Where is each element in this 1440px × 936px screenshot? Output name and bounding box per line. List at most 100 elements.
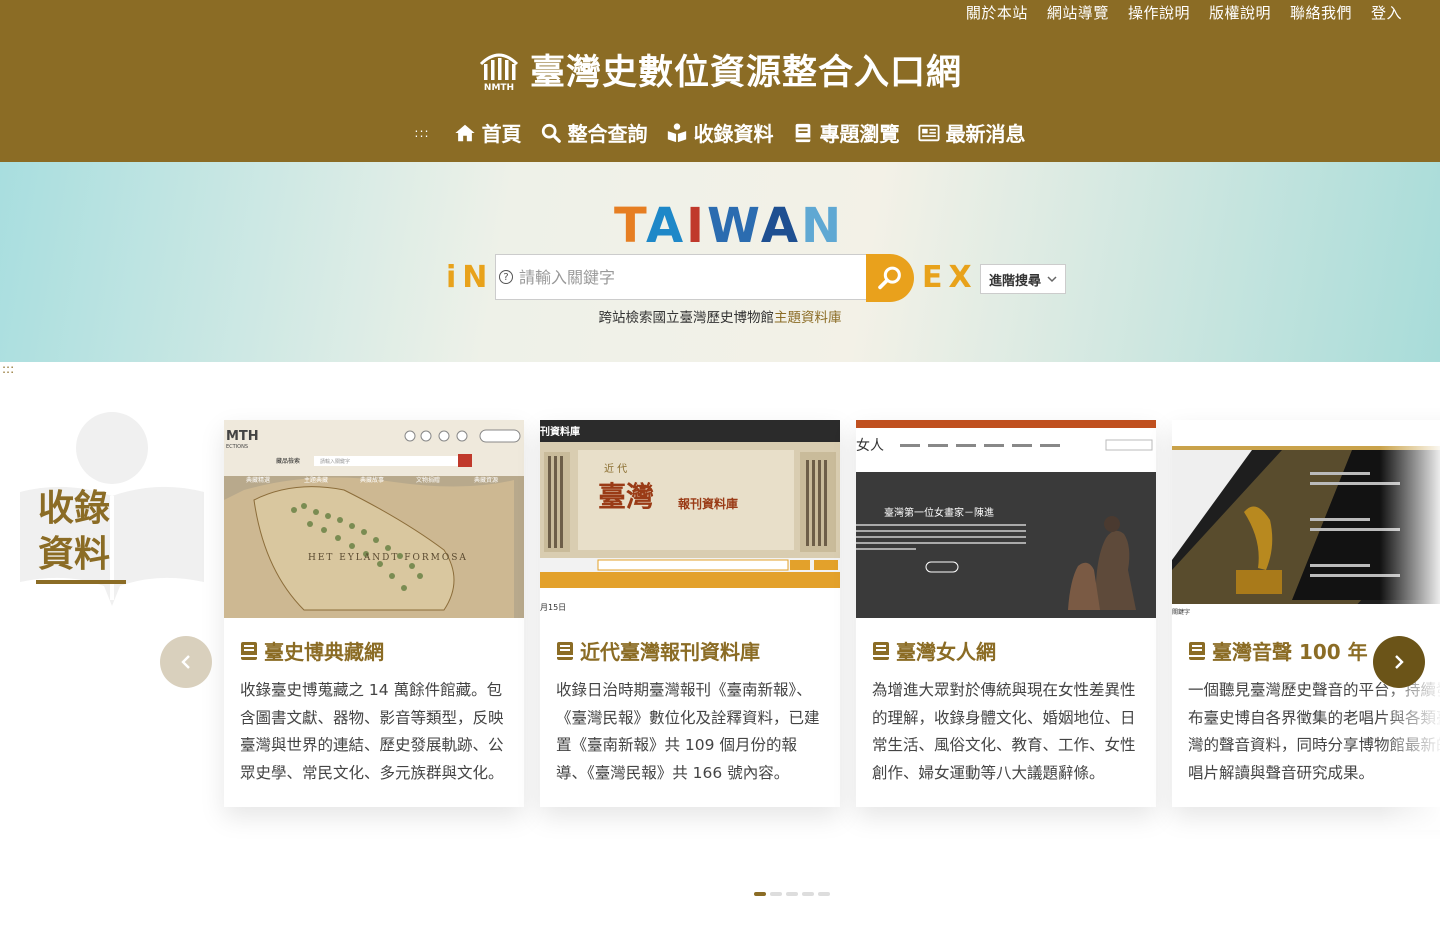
card-title-text: 臺史博典藏網 bbox=[264, 640, 384, 664]
site-title: 臺灣史數位資源整合入口網 bbox=[529, 53, 962, 93]
preview-tab: 文物捐贈 bbox=[416, 476, 440, 484]
section-title: 收錄 資料 bbox=[38, 486, 110, 578]
top-link-copyright[interactable]: 版權說明 bbox=[1209, 2, 1271, 23]
search-caption: 跨站檢索國立臺灣歷史博物館主題資料庫 bbox=[0, 306, 1440, 326]
preview-tab: 主題典藏 bbox=[304, 476, 328, 484]
section-title-line: 資料 bbox=[38, 534, 111, 575]
preview-feature-title: 臺灣第一位女畫家－陳進 bbox=[884, 506, 994, 519]
wordmark-letter: N bbox=[800, 198, 845, 254]
database-card[interactable]: 女人 臺灣第一位女畫家－陳進 臺灣女人網 為增進大眾對於傳統與現在女性差異性的理… bbox=[856, 420, 1156, 807]
site-header: 關於本站 網站導覽 操作說明 版權說明 聯絡我們 登入 NMTH 臺灣史數位資源… bbox=[0, 0, 1440, 162]
wordmark-letter: I bbox=[686, 198, 708, 254]
book-icon bbox=[1189, 641, 1205, 660]
preview-top-title: 刊資料庫 bbox=[540, 425, 580, 438]
nav-item-topics[interactable]: 專題瀏覽 bbox=[792, 118, 900, 147]
home-icon bbox=[454, 124, 475, 141]
preview-map-label: HET EYLANDT FORMOSA bbox=[308, 553, 468, 563]
search-input[interactable] bbox=[517, 266, 861, 288]
book-icon bbox=[873, 641, 889, 660]
search-caption-text: 跨站檢索國立臺灣歷史博物館 bbox=[598, 310, 775, 326]
card-title[interactable]: 臺史博典藏網 bbox=[240, 636, 524, 665]
main-nav: ::: 首頁 整合查詢 收錄資料 專題瀏覽 最新消息 bbox=[0, 118, 1440, 147]
pagination-dot[interactable] bbox=[754, 892, 766, 896]
taiwan-wordmark: TAIWAN bbox=[614, 198, 844, 254]
wordmark-letter: A bbox=[646, 198, 687, 254]
pagination-dot[interactable] bbox=[786, 892, 798, 896]
preview-tab: 典藏精選 bbox=[246, 476, 270, 484]
card-description: 為增進大眾對於傳統與現在女性差異性的理解，收錄身體文化、婚姻地位、日常生活、風俗… bbox=[872, 681, 1136, 782]
top-link-login[interactable]: 登入 bbox=[1371, 2, 1402, 23]
card-screenshot: 刊資料庫 近 代 臺灣 報刊資料庫 月15日 bbox=[540, 420, 840, 618]
logo-text: NMTH bbox=[484, 83, 514, 92]
carousel-next-button[interactable] bbox=[1373, 636, 1425, 688]
nav-item-news[interactable]: 最新消息 bbox=[918, 118, 1026, 147]
preview-brand: MTH bbox=[226, 429, 259, 444]
card-screenshot: MTH ECTIONS 藏品檢索 請輸入關鍵字 典藏精選 主題典藏 典藏故事 文… bbox=[224, 420, 524, 618]
section-accesskey-dots[interactable]: ::: bbox=[2, 363, 14, 375]
pagination-dot[interactable] bbox=[818, 892, 830, 896]
top-link-sitemap[interactable]: 網站導覽 bbox=[1047, 2, 1109, 23]
women-site-preview: 女人 臺灣第一位女畫家－陳進 bbox=[856, 420, 1156, 618]
nav-item-home[interactable]: 首頁 bbox=[454, 118, 522, 147]
index-word-ex: EX bbox=[922, 260, 978, 295]
reader-icon bbox=[667, 122, 686, 142]
wordmark-letter: A bbox=[760, 198, 801, 254]
card-title[interactable]: 臺灣女人網 bbox=[872, 636, 1156, 665]
preview-search-placeholder: 請輸入關鍵字 bbox=[320, 458, 350, 465]
preview-brand-sub: ECTIONS bbox=[226, 444, 248, 450]
nav-accesskey-dots[interactable]: ::: bbox=[414, 126, 429, 140]
book-icon bbox=[557, 641, 573, 660]
nav-label-collections: 收錄資料 bbox=[693, 122, 774, 146]
card-title-text: 近代臺灣報刊資料庫 bbox=[580, 640, 760, 664]
help-icon[interactable]: ? bbox=[499, 270, 513, 284]
database-card[interactable]: MTH ECTIONS 藏品檢索 請輸入關鍵字 典藏精選 主題典藏 典藏故事 文… bbox=[224, 420, 524, 807]
search-button[interactable] bbox=[866, 254, 914, 302]
wordmark-letter: W bbox=[707, 198, 761, 254]
chevron-left-icon bbox=[181, 655, 190, 669]
nmth-logo: NMTH bbox=[479, 53, 519, 92]
search-icon bbox=[541, 123, 561, 143]
preview-banner-small: 近 代 bbox=[604, 462, 627, 475]
book-icon bbox=[241, 641, 257, 660]
top-link-help[interactable]: 操作說明 bbox=[1128, 2, 1190, 23]
preview-logo: 女人 bbox=[856, 437, 884, 454]
pagination-dot[interactable] bbox=[802, 892, 814, 896]
top-link-contact[interactable]: 聯絡我們 bbox=[1290, 2, 1352, 23]
nav-label-search: 整合查詢 bbox=[567, 122, 648, 146]
database-card[interactable]: 刊資料庫 近 代 臺灣 報刊資料庫 月15日 近代臺灣報刊資料庫 收錄日治時期臺… bbox=[540, 420, 840, 807]
card-title[interactable]: 近代臺灣報刊資料庫 bbox=[556, 636, 840, 665]
advanced-search-dropdown[interactable]: 進階搜尋 bbox=[980, 264, 1066, 294]
nav-label-topics: 專題瀏覽 bbox=[819, 122, 900, 146]
chevron-right-icon bbox=[1395, 655, 1404, 669]
section-title-line: 收錄 bbox=[38, 488, 111, 529]
preview-tab: 典藏資源 bbox=[474, 476, 498, 484]
carousel-prev-button[interactable] bbox=[160, 636, 212, 688]
advanced-search-label: 進階搜尋 bbox=[988, 273, 1041, 289]
card-title-text: 臺灣音聲 100 年 bbox=[1212, 640, 1368, 664]
newspaper-site-preview: 刊資料庫 近 代 臺灣 報刊資料庫 月15日 bbox=[540, 420, 840, 618]
top-link-about[interactable]: 關於本站 bbox=[966, 2, 1028, 23]
collections-site-preview: MTH ECTIONS 藏品檢索 請輸入關鍵字 典藏精選 主題典藏 典藏故事 文… bbox=[224, 420, 524, 618]
nav-item-collections[interactable]: 收錄資料 bbox=[666, 118, 774, 147]
search-caption-link[interactable]: 主題資料庫 bbox=[774, 310, 842, 326]
preview-tab: 典藏故事 bbox=[360, 476, 384, 484]
card-description: 收錄臺史博蒐藏之 14 萬餘件館藏。包含圖書文獻、器物、影音等類型，反映臺灣與世… bbox=[240, 681, 504, 782]
chevron-down-icon bbox=[1047, 276, 1057, 283]
newspaper-icon bbox=[918, 124, 940, 141]
search-box: ? bbox=[495, 254, 867, 300]
carousel-fade bbox=[1380, 420, 1440, 830]
card-title-text: 臺灣女人網 bbox=[896, 640, 996, 664]
card-description: 收錄日治時期臺灣報刊《臺南新報》、《臺灣民報》數位化及詮釋資料，已建置《臺南新報… bbox=[556, 681, 820, 782]
carousel-pagination bbox=[754, 892, 830, 896]
search-hero: TAIWAN iN ? EX 進階搜尋 跨站檢索國立臺灣歷史博物館主題資料庫 bbox=[0, 162, 1440, 362]
nav-item-search[interactable]: 整合查詢 bbox=[540, 118, 648, 147]
section-title-underline bbox=[36, 580, 126, 584]
card-screenshot: 女人 臺灣第一位女畫家－陳進 bbox=[856, 420, 1156, 618]
book-icon bbox=[795, 123, 810, 142]
preview-keyword-label: 關鍵字 bbox=[1172, 608, 1190, 616]
pagination-dot[interactable] bbox=[770, 892, 782, 896]
logo-row[interactable]: NMTH 臺灣史數位資源整合入口網 bbox=[0, 44, 1440, 95]
wordmark-letter: T bbox=[614, 198, 647, 254]
preview-banner-big: 臺灣 bbox=[598, 480, 654, 513]
preview-search-label: 藏品檢索 bbox=[276, 457, 300, 465]
